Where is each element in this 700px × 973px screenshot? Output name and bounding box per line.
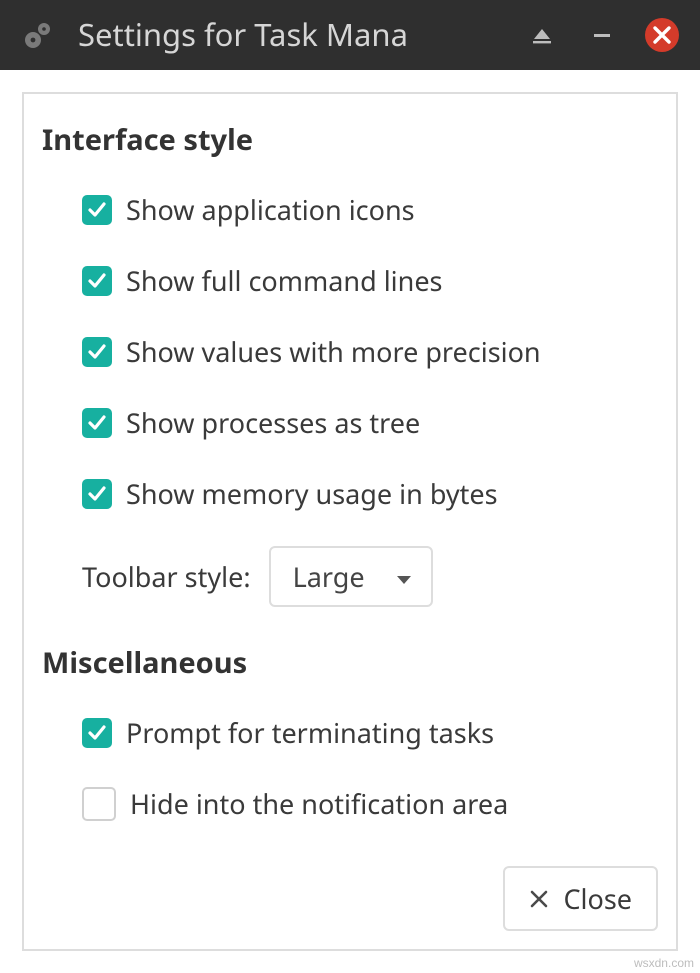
option-label: Show processes as tree [126, 404, 420, 441]
option-show-app-icons[interactable]: Show application icons [82, 191, 658, 228]
chevron-down-icon [395, 558, 413, 595]
content-area: Interface style Show application icons S… [0, 70, 700, 973]
settings-app-icon [18, 15, 58, 55]
interface-style-heading: Interface style [42, 120, 658, 159]
checkbox-icon[interactable] [82, 479, 112, 509]
option-show-memory-bytes[interactable]: Show memory usage in bytes [82, 475, 658, 512]
settings-frame: Interface style Show application icons S… [22, 92, 678, 951]
miscellaneous-heading: Miscellaneous [42, 643, 658, 682]
checkbox-icon[interactable] [82, 408, 112, 438]
watermark-text: wsxdn.com [634, 956, 694, 970]
close-icon [529, 880, 549, 917]
window-title: Settings for Task Mana [78, 14, 502, 56]
option-label: Show memory usage in bytes [126, 475, 498, 512]
option-prompt-terminate[interactable]: Prompt for terminating tasks [82, 714, 658, 751]
settings-window: Settings for Task Mana Interface style [0, 0, 700, 973]
close-button-label: Close [563, 880, 632, 917]
checkbox-icon[interactable] [82, 337, 112, 367]
toolbar-style-row: Toolbar style: Large [82, 546, 658, 607]
dropdown-value: Large [293, 558, 365, 595]
dialog-footer: Close [42, 866, 658, 931]
option-show-values-precision[interactable]: Show values with more precision [82, 333, 658, 370]
interface-options: Show application icons Show full command… [82, 191, 658, 607]
checkbox-icon[interactable] [82, 718, 112, 748]
option-hide-notification-area[interactable]: Hide into the notification area [82, 785, 658, 822]
close-button[interactable]: Close [503, 866, 658, 931]
checkbox-icon[interactable] [82, 195, 112, 225]
option-show-processes-tree[interactable]: Show processes as tree [82, 404, 658, 441]
titlebar: Settings for Task Mana [0, 0, 700, 70]
misc-options: Prompt for terminating tasks Hide into t… [82, 714, 658, 822]
toolbar-style-label: Toolbar style: [82, 558, 251, 595]
toolbar-style-dropdown[interactable]: Large [269, 546, 433, 607]
option-show-full-command-lines[interactable]: Show full command lines [82, 262, 658, 299]
option-label: Hide into the notification area [130, 785, 508, 822]
window-close-button[interactable] [642, 15, 682, 55]
minimize-button[interactable] [582, 15, 622, 55]
checkbox-icon[interactable] [82, 787, 116, 821]
option-label: Show values with more precision [126, 333, 541, 370]
always-on-top-icon[interactable] [522, 15, 562, 55]
option-label: Show application icons [126, 191, 415, 228]
option-label: Prompt for terminating tasks [126, 714, 494, 751]
checkbox-icon[interactable] [82, 266, 112, 296]
option-label: Show full command lines [126, 262, 443, 299]
